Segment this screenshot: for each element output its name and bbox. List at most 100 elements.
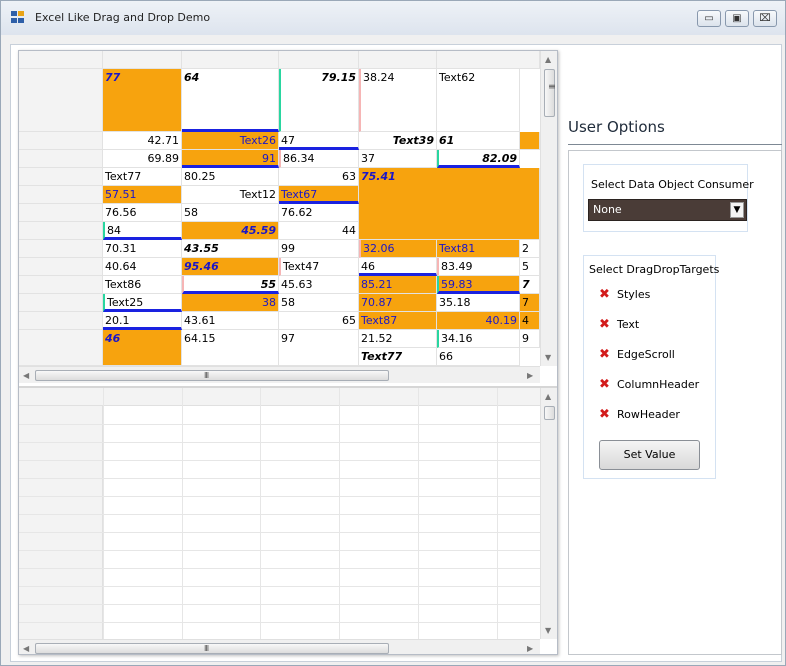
column-header[interactable] xyxy=(359,51,437,69)
scroll-right-icon[interactable]: ▶ xyxy=(527,644,533,653)
grid-cell[interactable]: 45.63 xyxy=(279,276,359,294)
grid-cell[interactable]: 34.16 xyxy=(437,330,520,348)
grid-cell[interactable]: 20.1 xyxy=(103,312,182,330)
top-vertical-scrollbar[interactable]: ▲ III ▼ xyxy=(540,51,557,366)
grid-cell[interactable]: 37 xyxy=(359,150,437,168)
grid-cell[interactable]: 21.52 xyxy=(359,330,437,348)
scroll-left-icon[interactable]: ◀ xyxy=(23,644,29,653)
scroll-right-icon[interactable]: ▶ xyxy=(527,371,533,380)
row-header[interactable] xyxy=(19,69,103,132)
target-text[interactable]: ✖ Text xyxy=(599,317,639,332)
scroll-up-icon[interactable]: ▲ xyxy=(545,55,551,64)
grid-cell[interactable]: 9 xyxy=(520,330,540,348)
grid-cell[interactable]: 64 xyxy=(182,69,279,132)
grid-cell[interactable]: 63 xyxy=(279,168,359,186)
consumer-select[interactable]: None ▼ xyxy=(588,199,747,221)
bottom-vertical-scrollbar[interactable]: ▲ ▼ xyxy=(540,388,557,639)
grid-cell[interactable]: Text67 xyxy=(279,186,359,204)
grid-cell[interactable]: 40.64 xyxy=(103,258,182,276)
grid-cell[interactable]: 38.24 xyxy=(359,69,437,132)
grid-cell[interactable]: Text12 xyxy=(182,186,279,204)
grid-cell[interactable]: 45.59 xyxy=(182,222,279,240)
row-header[interactable] xyxy=(19,330,103,366)
row-header[interactable] xyxy=(19,258,103,276)
horizontal-scroll-thumb[interactable]: III xyxy=(35,643,389,654)
row-header[interactable] xyxy=(19,150,103,168)
grid-cell[interactable]: Text81 xyxy=(437,240,520,258)
grid-cell[interactable]: 86.34 xyxy=(279,150,359,168)
maximize-button[interactable]: ▣ xyxy=(725,10,749,27)
bottom-horizontal-scrollbar[interactable]: ◀ III ▶ xyxy=(19,639,540,654)
grid-cell[interactable]: 4 xyxy=(520,312,540,330)
grid-cell[interactable]: Text39 xyxy=(359,132,437,150)
target-styles[interactable]: ✖ Styles xyxy=(599,287,650,302)
grid-cell[interactable]: Text25 xyxy=(103,294,182,312)
grid-cell[interactable]: 7 xyxy=(520,294,540,312)
grid-cell[interactable]: 80.25 xyxy=(182,168,279,186)
vertical-scroll-thumb[interactable] xyxy=(544,406,555,420)
grid-cell[interactable]: 42.71 xyxy=(103,132,182,150)
grid-cell[interactable]: Text77 xyxy=(103,168,182,186)
row-header[interactable] xyxy=(19,276,103,294)
grid-cell[interactable]: 79.15 xyxy=(279,69,359,132)
row-header[interactable] xyxy=(19,312,103,330)
target-rowheader[interactable]: ✖ RowHeader xyxy=(599,407,680,422)
grid-cell[interactable]: 44 xyxy=(279,222,359,240)
grid-cell[interactable]: 58 xyxy=(279,294,359,312)
column-header[interactable] xyxy=(103,51,182,69)
grid-cell[interactable]: 55 xyxy=(182,276,279,294)
grid-cell[interactable]: 47 xyxy=(279,132,359,150)
grid-cell[interactable]: 43.55 xyxy=(182,240,279,258)
column-header[interactable] xyxy=(182,51,279,69)
grid-cell[interactable]: 2 xyxy=(520,240,540,258)
minimize-button[interactable]: ▭ xyxy=(697,10,721,27)
grid-cell[interactable]: 57.51 xyxy=(103,186,182,204)
grid-cell[interactable]: 64.15 xyxy=(182,330,279,366)
column-header[interactable] xyxy=(279,51,359,69)
merged-grid-cell[interactable]: 75.41 xyxy=(359,168,540,240)
scroll-left-icon[interactable]: ◀ xyxy=(23,371,29,380)
grid-cell[interactable]: 43.61 xyxy=(182,312,279,330)
grid-cell[interactable] xyxy=(520,132,540,150)
row-header[interactable] xyxy=(19,132,103,150)
vertical-scroll-thumb[interactable]: III xyxy=(544,69,556,117)
target-columnheader[interactable]: ✖ ColumnHeader xyxy=(599,377,699,392)
grid-cell[interactable]: 32.06 xyxy=(359,240,437,258)
row-header[interactable] xyxy=(19,222,103,240)
grid-cell[interactable]: 91 xyxy=(182,150,279,168)
grid-cell[interactable]: 76.62 xyxy=(279,204,359,222)
target-edgescroll[interactable]: ✖ EdgeScroll xyxy=(599,347,675,362)
grid-cell[interactable]: 69.89 xyxy=(103,150,182,168)
row-header[interactable] xyxy=(19,294,103,312)
grid-cell[interactable]: Text86 xyxy=(103,276,182,294)
scroll-down-icon[interactable]: ▼ xyxy=(545,626,551,635)
grid-cell[interactable]: 83.49 xyxy=(437,258,520,276)
grid-cell[interactable]: Text87 xyxy=(359,312,437,330)
row-header[interactable] xyxy=(19,186,103,204)
grid-cell[interactable]: 40.19 xyxy=(437,312,520,330)
grid-cell[interactable]: Text47 xyxy=(279,258,359,276)
grid-cell[interactable]: 65 xyxy=(279,312,359,330)
grid-cell[interactable]: 77 xyxy=(103,69,182,132)
grid-cell[interactable]: 38 xyxy=(182,294,279,312)
grid-cell[interactable]: Text77 xyxy=(359,348,437,366)
corner-header[interactable] xyxy=(19,51,103,69)
close-button[interactable]: ⌧ xyxy=(753,10,777,27)
grid-cell[interactable]: 95.46 xyxy=(182,258,279,276)
title-bar[interactable]: Excel Like Drag and Drop Demo ▭ ▣ ⌧ xyxy=(1,1,785,35)
grid-cell[interactable]: Text62 xyxy=(437,69,520,132)
row-header[interactable] xyxy=(19,168,103,186)
grid-cell[interactable]: 46 xyxy=(359,258,437,276)
column-header-row[interactable] xyxy=(19,388,540,406)
grid-cell[interactable]: 7 xyxy=(520,276,540,294)
row-header[interactable] xyxy=(19,204,103,222)
scroll-up-icon[interactable]: ▲ xyxy=(545,392,551,401)
grid-cell[interactable]: 66 xyxy=(437,348,520,366)
horizontal-scroll-thumb[interactable]: III xyxy=(35,370,389,381)
grid-cell[interactable]: 70.31 xyxy=(103,240,182,258)
chevron-down-icon[interactable]: ▼ xyxy=(730,202,744,218)
row-header[interactable] xyxy=(19,240,103,258)
grid-cell[interactable]: 76.56 xyxy=(103,204,182,222)
grid-cell[interactable]: 58 xyxy=(182,204,279,222)
grid-cell[interactable]: 61 xyxy=(437,132,520,150)
